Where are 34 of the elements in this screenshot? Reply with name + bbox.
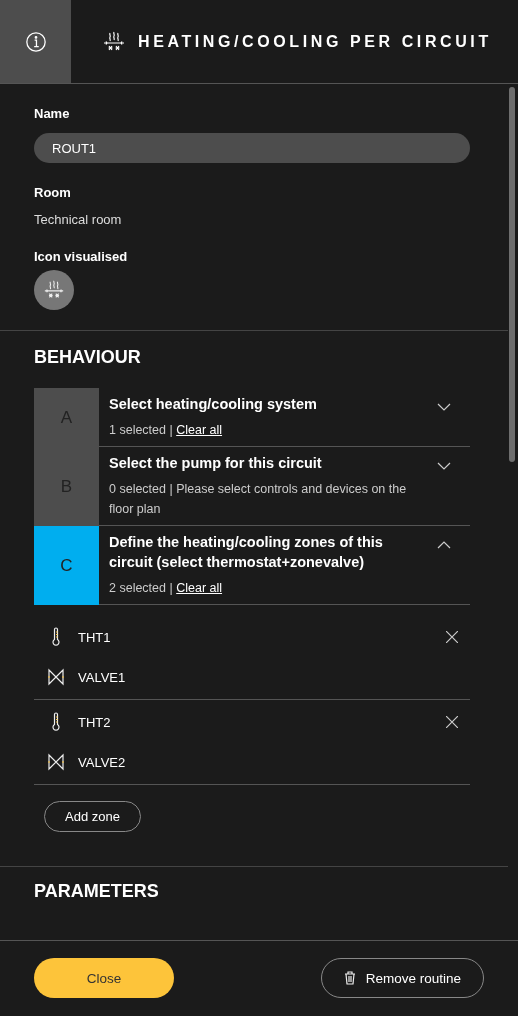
close-icon[interactable] [446, 716, 458, 728]
close-icon[interactable] [446, 631, 458, 643]
chevron-down-icon[interactable] [437, 462, 451, 470]
step-status: 1 selected | Clear all [109, 422, 224, 439]
scrollbar-thumb[interactable] [509, 87, 515, 462]
step-letter: C [34, 526, 99, 605]
device-name: VALVE2 [78, 754, 127, 770]
device-name: VALVE1 [78, 669, 127, 685]
step-title[interactable]: Define the heating/cooling zones of this circuit (select thermostat+zonevalve) [109, 532, 427, 572]
name-field[interactable]: ROUT1 [34, 133, 470, 163]
clear-all-link[interactable]: Clear all [176, 423, 223, 437]
section-heading: PARAMETERS [34, 881, 160, 902]
close-button[interactable]: Close [34, 958, 174, 998]
chevron-up-icon[interactable] [437, 541, 451, 549]
device-name: THT2 [78, 714, 112, 730]
step-title[interactable]: Select heating/cooling system [109, 394, 427, 414]
field-label: Icon visualised [34, 249, 129, 264]
step-status: 2 selected | Clear all [109, 580, 224, 597]
icon-button[interactable] [34, 270, 74, 310]
device-name: THT1 [78, 629, 112, 645]
clear-all-link[interactable]: Clear all [176, 581, 223, 595]
trash-icon [343, 971, 356, 985]
valve-icon [46, 667, 66, 687]
info-icon [24, 30, 47, 53]
heat-snow-icon [43, 279, 65, 301]
chevron-down-icon[interactable] [437, 403, 451, 411]
step-title[interactable]: Select the pump for this circuit [109, 453, 427, 473]
field-label: Room [34, 185, 72, 200]
step-status: 0 selected | Please select controls and devices on the floor plan [109, 481, 408, 518]
field-label: Name [34, 106, 71, 121]
panel-title: HEATING/COOLING PER CIRCUIT [138, 32, 492, 51]
room-value: Technical room [34, 212, 123, 227]
valve-icon [46, 752, 66, 772]
section-heading: BEHAVIOUR [34, 347, 142, 368]
